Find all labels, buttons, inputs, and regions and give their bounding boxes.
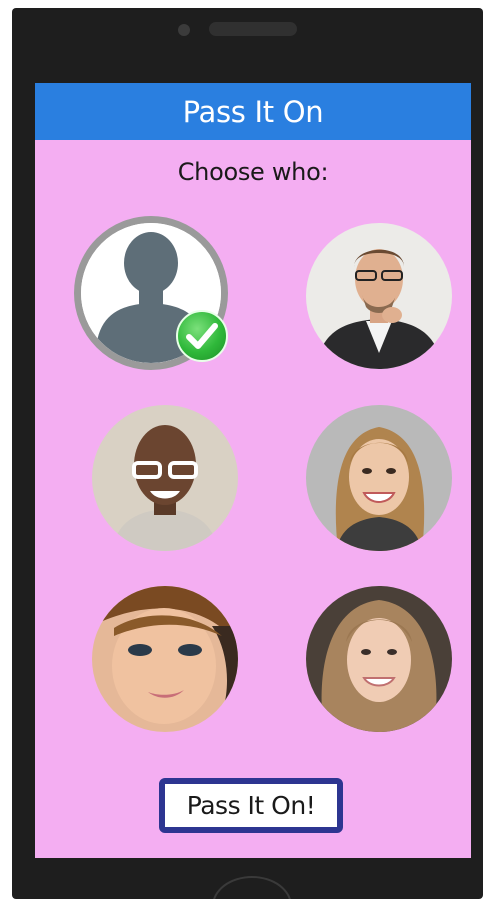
home-button[interactable]: [212, 876, 292, 899]
title-bar: Pass It On: [35, 83, 471, 140]
contact-woman-selfie[interactable]: [92, 586, 238, 732]
phone-frame: Pass It On Choose who: Pass It On!: [12, 8, 483, 899]
choose-prompt: Choose who:: [177, 158, 329, 186]
app-screen: Pass It On Choose who: Pass It On!: [35, 83, 471, 858]
pass-it-on-button[interactable]: Pass It On!: [159, 778, 343, 833]
contact-woman-long-hair[interactable]: [306, 586, 452, 732]
contact-man-glasses-suit[interactable]: [306, 223, 452, 369]
contact-photo: [92, 405, 238, 551]
contact-photo: [306, 586, 452, 732]
speaker-grille: [209, 22, 297, 36]
contact-photo: [92, 586, 238, 732]
contact-photo: [306, 223, 452, 369]
checkmark-icon: [176, 310, 228, 362]
contact-default-avatar[interactable]: [74, 216, 228, 370]
page-title: Pass It On: [182, 94, 324, 129]
contact-woman-smiling-blonde[interactable]: [306, 405, 452, 551]
contact-photo: [306, 405, 452, 551]
camera-icon: [178, 24, 190, 36]
contact-man-white-glasses[interactable]: [92, 405, 238, 551]
